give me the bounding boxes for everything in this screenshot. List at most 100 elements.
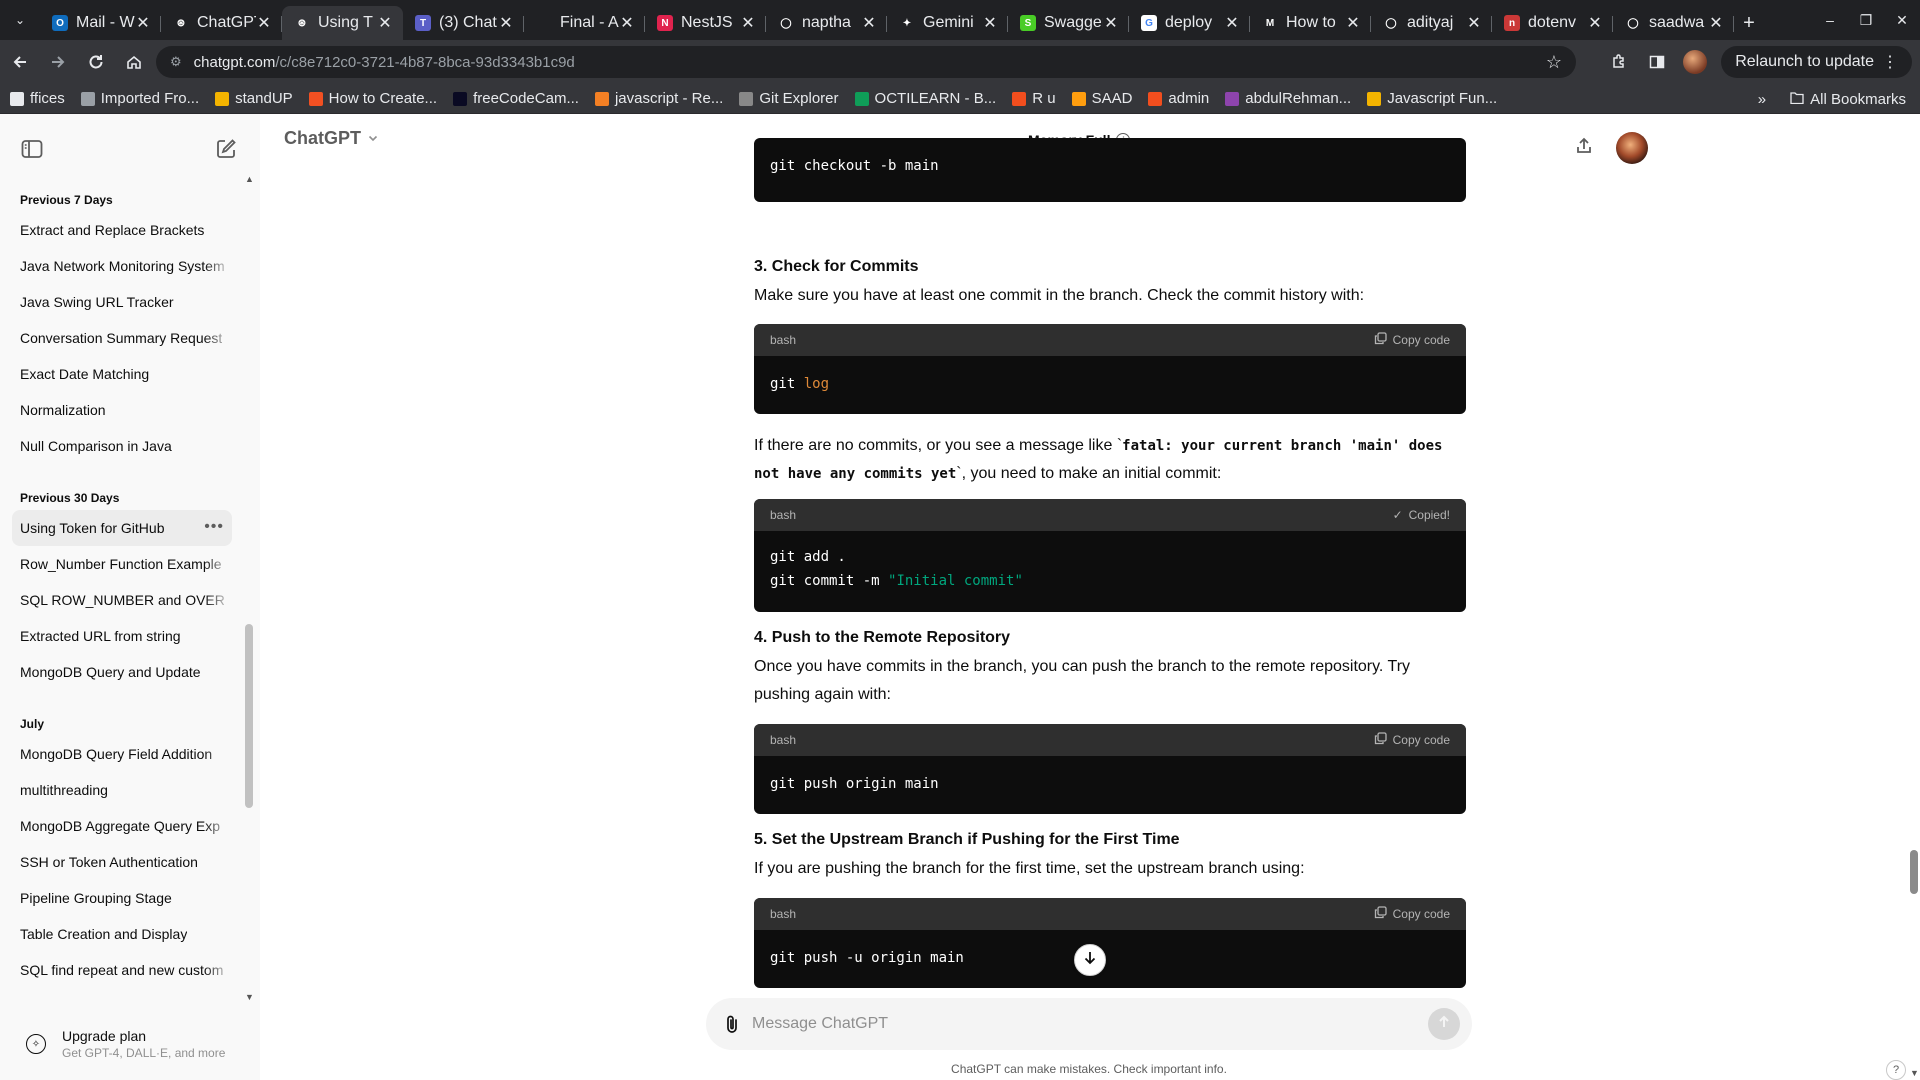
tab-close-icon[interactable]: ✕	[1103, 13, 1119, 33]
browser-tab[interactable]: Gdeploy ✕	[1129, 6, 1250, 40]
message-input[interactable]	[752, 1015, 1428, 1033]
close-window-icon[interactable]: ✕	[1884, 12, 1920, 29]
model-selector[interactable]: ChatGPT	[284, 128, 379, 149]
sidebar-conversation-item[interactable]: MongoDB Query and Update	[12, 654, 232, 690]
browser-tab[interactable]: N NestJS ✕	[645, 6, 766, 40]
sidebar-conversation-item[interactable]: MongoDB Aggregate Query Exp	[12, 808, 232, 844]
tab-close-icon[interactable]: ✕	[619, 13, 635, 33]
sidebar-conversation-item[interactable]: Using Token for GitHub •••	[12, 510, 232, 546]
bookmark-item[interactable]: R u	[1012, 90, 1056, 107]
upgrade-plan-button[interactable]: ✧ Upgrade plan Get GPT-4, DALL·E, and mo…	[12, 1018, 248, 1070]
bookmark-item[interactable]: Imported Fro...	[80, 90, 199, 107]
bookmarks-overflow-icon[interactable]: »	[1758, 91, 1766, 108]
address-bar[interactable]: ⚙ chatgpt.com/c/c8e712c0-3721-4b87-8bca-…	[156, 46, 1576, 78]
sidebar-conversation-item[interactable]: Conversation Summary Request	[12, 320, 232, 356]
share-icon[interactable]	[1572, 134, 1596, 158]
send-button[interactable]	[1428, 1008, 1460, 1040]
browser-tab[interactable]: ⊛ Using T ✕	[282, 6, 403, 40]
new-tab-button[interactable]: +	[1734, 6, 1764, 40]
back-icon[interactable]	[2, 44, 38, 80]
browser-tab[interactable]: ✦ Gemini ✕	[887, 6, 1008, 40]
more-options-icon[interactable]: •••	[204, 518, 224, 536]
tab-close-icon[interactable]: ✕	[1466, 13, 1482, 33]
user-avatar[interactable]	[1616, 132, 1648, 164]
reload-icon[interactable]	[78, 44, 114, 80]
browser-tab[interactable]: n dotenv ✕	[1492, 6, 1613, 40]
scroll-up-arrow-icon[interactable]: ▲	[245, 174, 254, 184]
scroll-to-bottom-button[interactable]	[1074, 944, 1106, 976]
minimize-icon[interactable]: –	[1812, 12, 1848, 28]
bookmark-item[interactable]: javascript - Re...	[594, 90, 723, 107]
restore-icon[interactable]: ❐	[1848, 12, 1884, 29]
bookmark-item[interactable]: admin	[1148, 90, 1209, 107]
bookmark-item[interactable]: freeCodeCam...	[453, 90, 579, 107]
sidebar-conversation-item[interactable]: Null Comparison in Java	[12, 428, 232, 464]
tab-close-icon[interactable]: ✕	[256, 13, 272, 33]
browser-tab[interactable]: O Mail - W ✕	[40, 6, 161, 40]
sidebar-conversation-item[interactable]: multithreading	[12, 772, 232, 808]
sidebar-conversation-item[interactable]: Exact Date Matching	[12, 356, 232, 392]
scroll-down-arrow-icon[interactable]: ▼	[245, 992, 254, 1002]
sidebar-conversation-item[interactable]: Extract and Replace Brackets	[12, 212, 232, 248]
bookmark-item[interactable]: SAAD	[1071, 90, 1132, 107]
star-icon[interactable]: ☆	[1546, 52, 1562, 73]
sidebar-conversation-item[interactable]: Normalization	[12, 392, 232, 428]
new-chat-icon[interactable]	[214, 137, 238, 161]
scroll-down-arrow-icon[interactable]: ▼	[1910, 1068, 1919, 1078]
bookmark-item[interactable]: OCTILEARN - B...	[854, 90, 996, 107]
relaunch-button[interactable]: Relaunch to update ⋮	[1721, 46, 1912, 78]
sidebar-conversation-item[interactable]: SQL find repeat and new custom	[12, 952, 232, 988]
tab-close-icon[interactable]: ✕	[1345, 13, 1361, 33]
bookmark-item[interactable]: Javascript Fun...	[1367, 90, 1497, 107]
tab-close-icon[interactable]: ✕	[498, 13, 514, 33]
all-bookmarks[interactable]: All Bookmarks	[1790, 91, 1906, 108]
browser-tab[interactable]: ◯ saadwa ✕	[1613, 6, 1734, 40]
bookmark-item[interactable]: abdulRehman...	[1225, 90, 1351, 107]
sidebar-conversation-item[interactable]: Java Swing URL Tracker	[12, 284, 232, 320]
bookmark-item[interactable]: standUP	[215, 90, 293, 107]
sidebar-toggle-icon[interactable]	[20, 137, 44, 161]
sidebar-conversation-item[interactable]: SSH or Token Authentication	[12, 844, 232, 880]
extensions-icon[interactable]	[1607, 50, 1631, 74]
copy-code-button[interactable]: Copy code	[1374, 906, 1450, 922]
sidebar-scrollbar-thumb[interactable]	[245, 624, 253, 808]
tab-close-icon[interactable]: ✕	[1708, 13, 1724, 33]
home-icon[interactable]	[116, 44, 152, 80]
sidebar-conversation-item[interactable]: MongoDB Query Field Addition	[12, 736, 232, 772]
tab-close-icon[interactable]: ✕	[135, 13, 151, 33]
browser-tab[interactable]: Final - A ✕	[524, 6, 645, 40]
tab-close-icon[interactable]: ✕	[982, 13, 998, 33]
paperclip-icon[interactable]	[722, 1014, 742, 1034]
copy-code-button[interactable]: Copy code	[1374, 332, 1450, 348]
profile-avatar[interactable]	[1683, 50, 1708, 74]
forward-icon[interactable]	[40, 44, 76, 80]
sidebar-scrollbar[interactable]: ▲ ▼	[244, 174, 254, 1002]
main-scrollbar-thumb[interactable]	[1910, 850, 1918, 894]
sidebar-conversation-item[interactable]: SQL ROW_NUMBER and OVER clause	[12, 582, 232, 618]
browser-tab[interactable]: M How to ✕	[1250, 6, 1371, 40]
site-info-icon[interactable]: ⚙	[170, 54, 182, 70]
bookmark-item[interactable]: ffices	[10, 90, 65, 107]
sidebar-conversation-item[interactable]: Java Network Monitoring System	[12, 248, 232, 284]
tab-search-icon[interactable]: ⌄	[0, 0, 40, 40]
sidepanel-icon[interactable]	[1645, 50, 1669, 74]
bookmark-item[interactable]: Git Explorer	[739, 90, 839, 107]
tab-close-icon[interactable]: ✕	[740, 13, 756, 33]
browser-tab[interactable]: ◯ naptha ✕	[766, 6, 887, 40]
main-scrollbar[interactable]: ▼	[1908, 114, 1920, 1080]
bookmark-item[interactable]: How to Create...	[308, 90, 437, 107]
copy-code-button[interactable]: Copy code	[1374, 732, 1450, 748]
browser-tab[interactable]: S Swagger ✕	[1008, 6, 1129, 40]
browser-tab[interactable]: T (3) Chat ✕	[403, 6, 524, 40]
tab-close-icon[interactable]: ✕	[377, 13, 393, 33]
tab-close-icon[interactable]: ✕	[861, 13, 877, 33]
help-button[interactable]: ?	[1886, 1060, 1906, 1080]
sidebar-conversation-item[interactable]: Table Creation and Display	[12, 916, 232, 952]
tab-close-icon[interactable]: ✕	[1587, 13, 1603, 33]
copied-indicator[interactable]: ✓ Copied!	[1393, 508, 1450, 522]
sidebar-conversation-item[interactable]: Extracted URL from string	[12, 618, 232, 654]
tab-close-icon[interactable]: ✕	[1224, 13, 1240, 33]
sidebar-conversation-item[interactable]: Pipeline Grouping Stage	[12, 880, 232, 916]
browser-tab[interactable]: ⊛ ChatGPT✕	[161, 6, 282, 40]
browser-tab[interactable]: ◯ adityaj ✕	[1371, 6, 1492, 40]
